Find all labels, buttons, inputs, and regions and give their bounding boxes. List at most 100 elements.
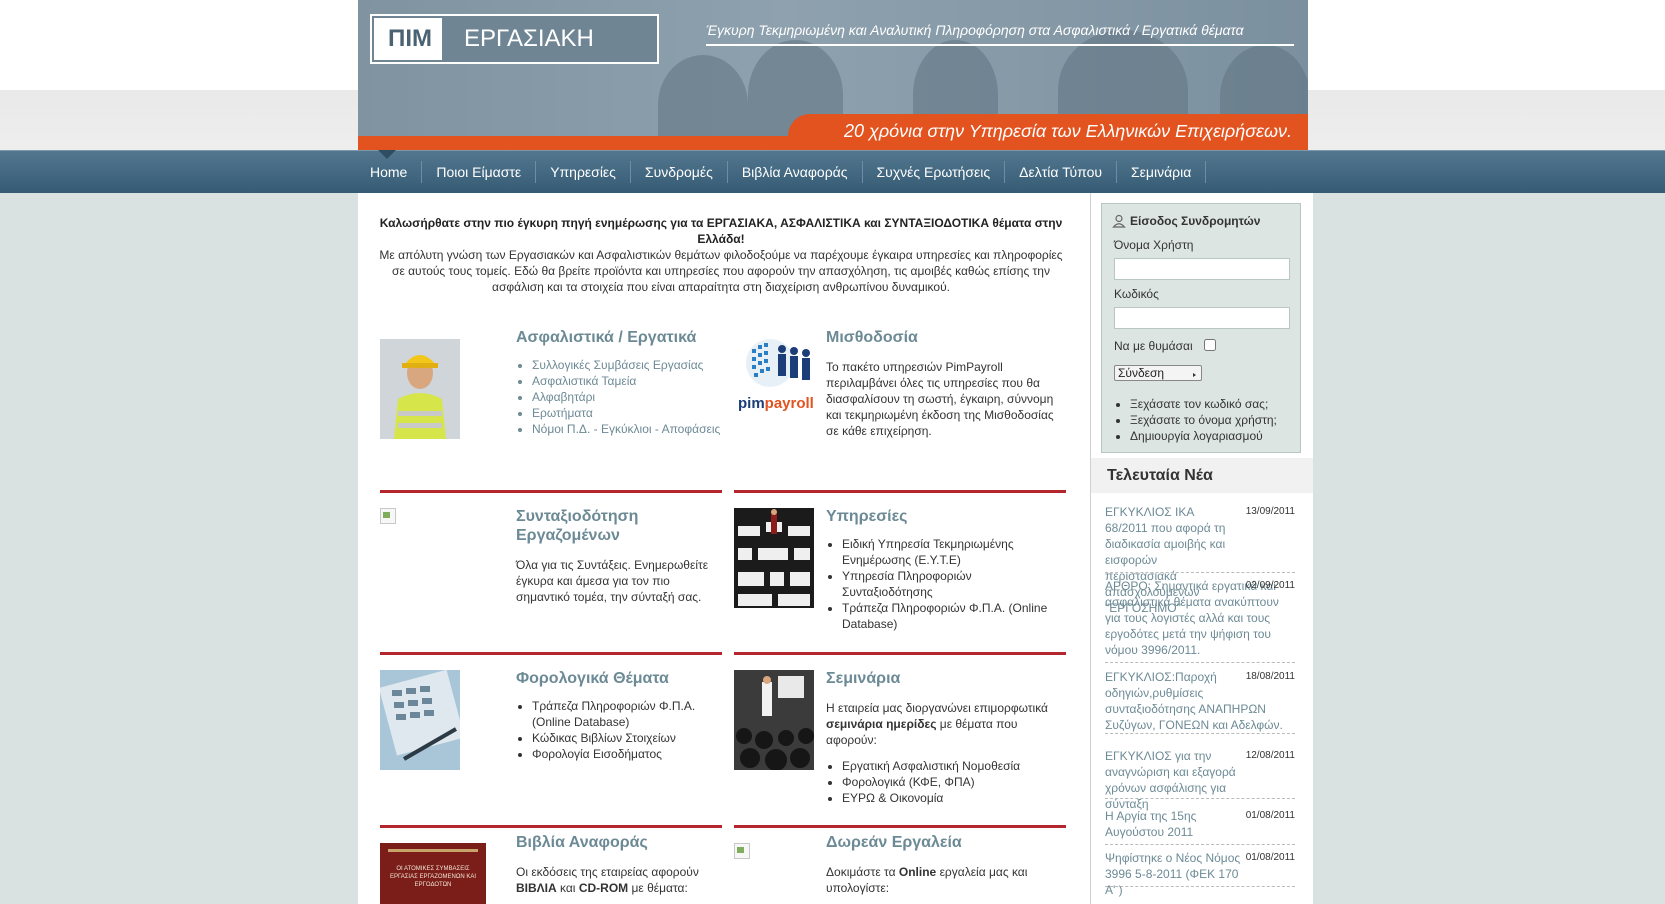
pension-title[interactable]: Συνταξιοδότηση Εργαζομένων (516, 507, 726, 545)
pimpayroll-logo[interactable]: pimpayroll (738, 331, 818, 412)
nav-item-press-releases[interactable]: Δελτία Τύπου (1005, 160, 1118, 183)
books-text-bold: ΒΙΒΛΙΑ (516, 881, 557, 895)
laws-link[interactable]: Νόμοι Π.Δ. (532, 422, 590, 436)
broken-image-glyph (737, 847, 744, 853)
section-divider (380, 490, 722, 493)
broken-image-glyph (383, 512, 390, 518)
forgot-username-link[interactable]: Ξεχάσατε το όνομα χρήστη; (1130, 412, 1277, 428)
header-banner: ΠΙΜ ΕΡΓΑΣΙΑΚΗ Έγκυρη Τεκμηριωμένη και Αν… (358, 0, 1308, 150)
news-text[interactable]: Η Αργία της 15ης Αυγούστου 2011 (1105, 808, 1225, 840)
seminars-card: Σεμινάρια Η εταιρεία μας διοργανώνει επι… (826, 669, 1056, 806)
news-item[interactable]: 18/08/2011 ΕΓΚΥΚΛΙΟΣ:Παροχή οδηγιών,ρυθμ… (1105, 669, 1295, 734)
sidebar: Είσοδος Συνδρομητών Όνομα Χρήστη Κωδικός… (1090, 193, 1313, 904)
payroll-title[interactable]: Μισθοδοσία (826, 328, 1056, 347)
nav-item-reference-books[interactable]: Βιβλία Αναφοράς (728, 160, 863, 183)
insurance-link[interactable]: Ερωτήματα (532, 405, 726, 421)
news-date: 01/08/2011 (1245, 810, 1295, 821)
nav-item-home[interactable]: Home (358, 160, 423, 183)
tools-text-bold: Online (898, 865, 937, 879)
books-text-mid: και (560, 881, 576, 895)
login-links: Ξεχάσατε τον κωδικό σας; Ξεχάσατε το όνο… (1114, 396, 1277, 444)
news-item[interactable]: 01/08/2011 Η Αργία της 15ης Αυγούστου 20… (1105, 808, 1295, 845)
logo-ergasiaki-text: ΕΡΓΑΣΙΑΚΗ (464, 25, 594, 52)
broken-image-icon (734, 843, 750, 859)
payroll-text: Το πακέτο υπηρεσιών PimPayroll περιλαμβά… (826, 360, 1054, 438)
news-title: Τελευταία Νέα (1107, 467, 1213, 484)
separator: - (654, 422, 659, 436)
welcome-body: Με απόλυτη γνώση των Εργασιακών και Ασφα… (379, 248, 1063, 294)
remember-checkbox[interactable] (1204, 339, 1216, 351)
globe-people-icon (746, 339, 810, 387)
books-text: Οι εκδόσεις της εταιρείας αφορούν ΒΙΒΛΙΑ… (516, 864, 726, 896)
news-date: 18/08/2011 (1245, 671, 1295, 682)
books-text-before: Οι εκδόσεις της εταιρείας αφορούν (516, 865, 699, 879)
decisions-link[interactable]: Αποφάσεις (662, 422, 721, 436)
insurance-link[interactable]: Ασφαλιστικά Ταμεία (532, 373, 726, 389)
welcome-headline: Καλωσήρθατε στην πιο έγκυρη πηγή ενημέρω… (379, 216, 1063, 246)
tax-item[interactable]: Φορολογία Εισοδήματος (532, 746, 726, 762)
insurance-link[interactable]: Συλλογικές Συμβάσεις Εργασίας (532, 357, 726, 373)
seminars-list: Εργατική Ασφαλιστική Νομοθεσία Φορολογικ… (826, 758, 1056, 806)
nav-item-about[interactable]: Ποιοι Είμαστε (422, 160, 537, 183)
tax-card: Φορολογικά Θέματα Τράπεζα Πληροφοριών Φ.… (516, 669, 726, 762)
news-date: 12/08/2011 (1245, 750, 1295, 761)
book-cover-image: ΟΙ ΑΤΟΜΙΚΕΣ ΣΥΜΒΑΣΕΙΣ ΕΡΓΑΣΙΑΣ ΕΡΓΑΖΟΜΕΝ… (380, 843, 486, 904)
tools-title[interactable]: Δωρεάν Εργαλεία (826, 833, 1056, 852)
insurance-link[interactable]: Αλφαβητάρι (532, 389, 726, 405)
main-nav: Home Ποιοι Είμαστε Υπηρεσίες Συνδρομές Β… (358, 150, 1207, 193)
tax-title[interactable]: Φορολογικά Θέματα (516, 669, 726, 688)
book-cover-stripe (388, 849, 478, 852)
tax-list: Τράπεζα Πληροφοριών Φ.Π.Α. (Online Datab… (516, 698, 726, 762)
news-item[interactable]: 13/09/2011 ΕΓΚΥΚΛΙΟΣ ΙΚΑ 68/2011 που αφο… (1105, 504, 1295, 615)
header-tagline: Έγκυρη Τεκμηριωμένη και Αναλυτική Πληροφ… (706, 22, 1294, 46)
section-divider (380, 652, 722, 655)
username-label: Όνομα Χρήστη (1114, 238, 1194, 252)
seminars-item[interactable]: ΕΥΡΩ & Οικονομία (842, 790, 1056, 806)
create-account-link[interactable]: Δημιουργία λογαριασμού (1130, 428, 1277, 444)
username-input[interactable] (1114, 258, 1290, 280)
password-input[interactable] (1114, 307, 1290, 329)
news-item[interactable]: 01/08/2011 Ψηφίστηκε ο Νέος Νόμος 3996 5… (1105, 850, 1295, 897)
seminars-item[interactable]: Εργατική Ασφαλιστική Νομοθεσία (842, 758, 1056, 774)
main-content: Καλωσήρθατε στην πιο έγκυρη πηγή ενημέρω… (358, 193, 1090, 904)
separator: - (593, 422, 598, 436)
insurance-links: Συλλογικές Συμβάσεις Εργασίας Ασφαλιστικ… (516, 357, 726, 437)
user-icon (1112, 214, 1126, 228)
tools-text: Δοκιμάστε τα Online εργαλεία μας και υπο… (826, 864, 1056, 896)
tax-item[interactable]: Κώδικας Βιβλίων Στοιχείων (532, 730, 726, 746)
news-date: 13/09/2011 (1245, 506, 1295, 517)
news-item[interactable]: 12/08/2011 ΕΓΚΥΚΛΙΟΣ για την αναγνώριση … (1105, 748, 1295, 811)
anniversary-banner: 20 χρόνια στην Υπηρεσία των Ελληνικών Επ… (788, 114, 1308, 150)
forgot-password-link[interactable]: Ξεχάσατε τον κωδικό σας; (1130, 396, 1277, 412)
logo-pim-text: ΠΙΜ (374, 18, 442, 60)
services-title[interactable]: Υπηρεσίες (826, 507, 1056, 526)
services-item[interactable]: Υπηρεσία Πληροφοριών Συνταξιοδότησης (842, 568, 1056, 600)
seminars-item[interactable]: Φορολογικά (ΚΦΕ, ΦΠΑ) (842, 774, 1056, 790)
insurance-title[interactable]: Ασφαλιστικά / Εργατικά (516, 328, 726, 347)
books-title[interactable]: Βιβλία Αναφοράς (516, 833, 726, 852)
tax-item[interactable]: Τράπεζα Πληροφοριών Φ.Π.Α. (Online Datab… (532, 698, 726, 730)
broken-image-icon (380, 508, 396, 524)
services-item[interactable]: Τράπεζα Πληροφοριών Φ.Π.Α. (Online Datab… (842, 600, 1056, 632)
nav-item-subscriptions[interactable]: Συνδρομές (631, 160, 728, 183)
nav-item-services[interactable]: Υπηρεσίες (536, 160, 631, 183)
news-date: 01/08/2011 (1245, 852, 1295, 863)
services-item[interactable]: Ειδική Υπηρεσία Τεκμηριωμένης Ενημέρωσης… (842, 536, 1056, 568)
insurance-card: Ασφαλιστικά / Εργατικά Συλλογικές Συμβάσ… (516, 328, 726, 437)
nav-item-faq[interactable]: Συχνές Ερωτήσεις (863, 160, 1006, 183)
news-item[interactable]: 02/09/2011 ΑΡΘΡΟ: Σημαντικά εργατικά και… (1105, 578, 1295, 663)
seminars-title[interactable]: Σεμινάρια (826, 669, 1056, 688)
circulars-link[interactable]: Εγκύκλιοι (601, 422, 652, 436)
book-cover-title: ΟΙ ΑΤΟΜΙΚΕΣ ΣΥΜΒΑΣΕΙΣ ΕΡΓΑΣΙΑΣ ΕΡΓΑΖΟΜΕΝ… (389, 866, 477, 888)
books-text-after: με θέματα: (631, 881, 688, 895)
site-logo[interactable]: ΠΙΜ ΕΡΓΑΣΙΑΚΗ (370, 14, 659, 64)
nav-item-seminars[interactable]: Σεμινάρια (1117, 160, 1207, 183)
login-button[interactable]: Σύνδεση (1114, 365, 1202, 381)
news-header: Τελευταία Νέα (1091, 458, 1313, 493)
section-divider (734, 490, 1066, 493)
news-text[interactable]: Ψηφίστηκε ο Νέος Νόμος 3996 5-8-2011 (ΦΕ… (1105, 850, 1245, 898)
news-text[interactable]: ΕΓΚΥΚΛΙΟΣ για την αναγνώριση και εξαγορά… (1105, 748, 1265, 812)
tools-card: Δωρεάν Εργαλεία Δοκιμάστε τα Online εργα… (826, 833, 1056, 896)
seminars-text-before: Η εταιρεία μας διοργανώνει επιμορφωτικά (826, 701, 1048, 715)
books-card: Βιβλία Αναφοράς Οι εκδόσεις της εταιρεία… (516, 833, 726, 896)
